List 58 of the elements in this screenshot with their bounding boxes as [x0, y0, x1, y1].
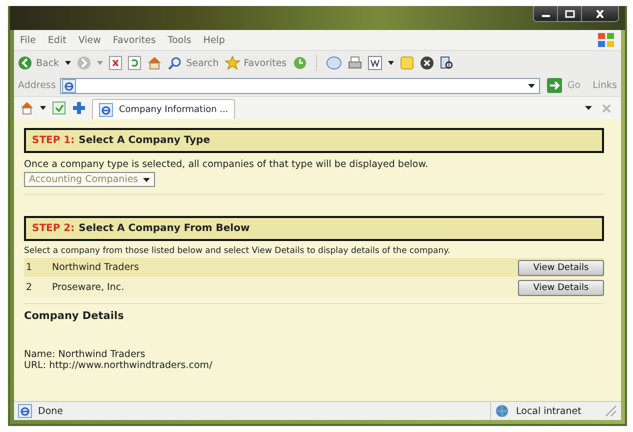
address-label: Address — [18, 80, 56, 91]
close-icon — [595, 10, 605, 18]
view-details-button[interactable]: View Details — [518, 280, 604, 296]
zone-text: Local intranet — [516, 406, 582, 416]
search-icon — [168, 56, 182, 70]
document-icon[interactable] — [368, 56, 382, 70]
printer-icon[interactable] — [348, 56, 362, 70]
globe-icon — [495, 404, 510, 418]
links-label[interactable]: Links — [592, 80, 617, 91]
home-icon[interactable] — [147, 56, 162, 70]
caret-icon[interactable] — [40, 106, 46, 110]
stop-icon[interactable] — [109, 56, 122, 70]
detail-line: Name: Northwind Traders — [24, 349, 146, 360]
home-icon[interactable] — [20, 101, 34, 115]
caret-icon — [143, 178, 150, 182]
row-number: 1 — [25, 262, 34, 273]
maximize-button[interactable] — [558, 6, 582, 21]
page-icon — [62, 78, 76, 92]
row-number: 2 — [25, 282, 34, 293]
menu-item[interactable]: Edit — [48, 34, 66, 46]
minimize-button[interactable] — [534, 6, 558, 21]
maximize-icon — [564, 10, 574, 18]
close-button[interactable] — [582, 6, 618, 21]
details-heading: Company Details — [24, 310, 125, 322]
menu-item[interactable]: Tools — [168, 34, 192, 46]
status-text: Done — [38, 406, 63, 416]
menu-item[interactable]: View — [78, 34, 101, 46]
refresh-icon[interactable] — [128, 56, 142, 70]
step-header: STEP 2: Select A Company From Below — [24, 216, 604, 241]
circle-x-icon[interactable] — [420, 56, 434, 70]
back-button[interactable]: Back — [18, 56, 60, 70]
star-icon — [224, 56, 240, 70]
caret-icon[interactable] — [65, 61, 72, 65]
plus-icon[interactable] — [72, 101, 86, 115]
menu-item[interactable]: File — [20, 34, 36, 46]
instruction-text: Select a company from those listed below and select View Details to display details of the company. — [24, 246, 452, 256]
dropdown-caret-icon[interactable] — [528, 84, 536, 88]
instruction-text: Once a company type is selected, all companies of that type will be displayed below. — [24, 159, 430, 170]
search-button[interactable]: Search — [168, 56, 219, 70]
favorites-button[interactable]: Favorites — [224, 56, 287, 70]
caret-icon[interactable] — [388, 61, 394, 65]
menu-item[interactable]: Help — [203, 34, 225, 46]
tab-list-caret-icon[interactable] — [585, 106, 592, 110]
page-icon — [99, 102, 113, 116]
company-name: Proseware, Inc. — [52, 282, 124, 293]
company-type-dropdown[interactable]: Accounting Companies — [24, 172, 156, 187]
menu-item[interactable]: Favorites — [112, 34, 156, 46]
company-name: Northwind Traders — [52, 262, 139, 273]
view-details-button[interactable]: View Details — [518, 260, 604, 276]
detail-line: URL: http://www.northwindtraders.com/ — [24, 360, 214, 371]
step-header: STEP 1: Select A Company Type — [24, 128, 604, 153]
arrow-icon — [547, 78, 562, 93]
browser-tab[interactable]: Company Information ... — [92, 99, 236, 119]
company-row[interactable]: 1 Northwind Traders View Details — [24, 258, 604, 277]
address-field[interactable] — [60, 78, 540, 94]
company-row[interactable]: 2 Proseware, Inc. View Details — [24, 278, 604, 297]
flag-logo-icon — [597, 32, 615, 48]
resize-grip-icon[interactable] — [605, 405, 617, 417]
